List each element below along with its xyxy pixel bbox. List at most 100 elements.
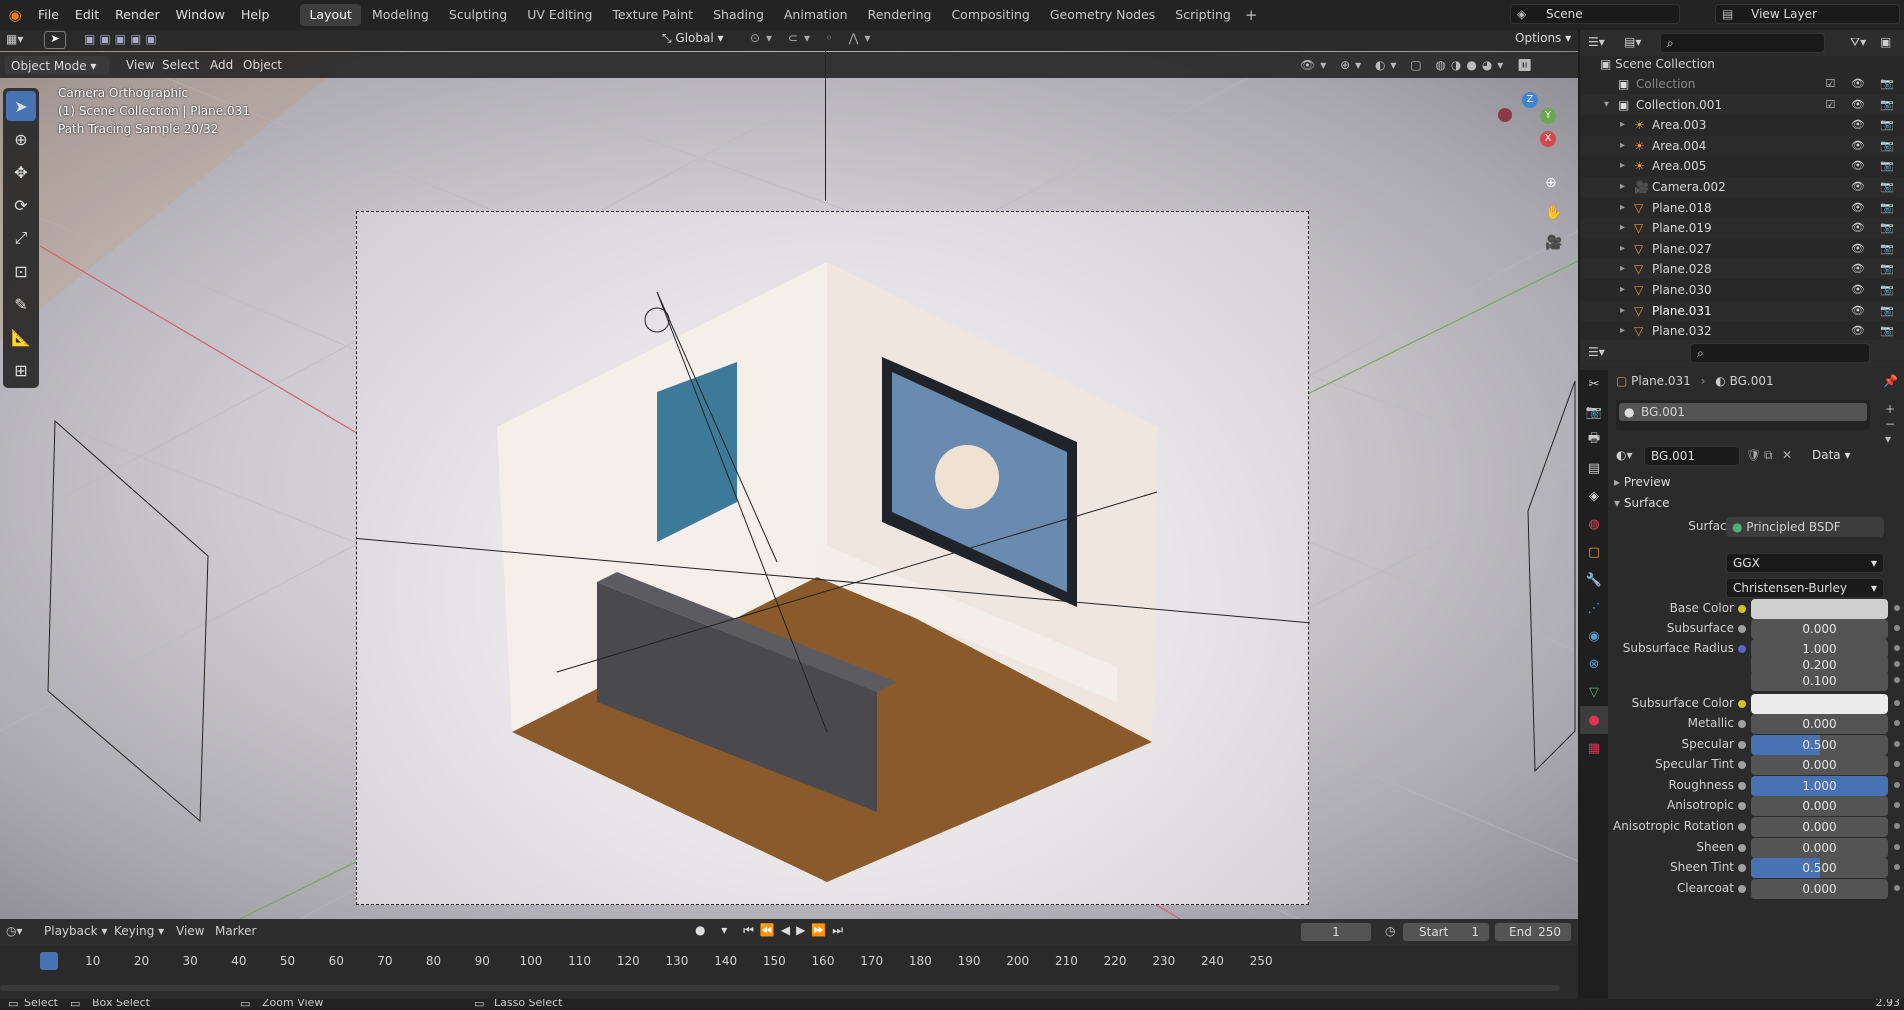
visibility-toggle-icons[interactable]: 👁 📷 <box>1851 259 1900 279</box>
particles-tab-icon[interactable]: ⋰ <box>1580 594 1608 622</box>
world-tab-icon[interactable]: ◍ <box>1580 510 1608 538</box>
selection-mode-icons[interactable]: ▣▣▣▣▣ <box>84 32 161 46</box>
color-swatch[interactable] <box>1751 599 1888 619</box>
camera-view-icon[interactable]: 🎥 <box>1545 235 1562 251</box>
viewport-menu-object[interactable]: Object <box>243 55 282 75</box>
viewport-menu-select[interactable]: Select <box>162 55 199 75</box>
keyframe-dot-icon[interactable] <box>1894 741 1900 747</box>
outliner-type-icon[interactable]: ☰▾ <box>1588 35 1605 49</box>
value-slider[interactable]: 0.000 <box>1751 879 1888 899</box>
new-collection-icon[interactable]: ▣ <box>1880 35 1891 49</box>
value-slider[interactable]: 0.000 <box>1751 817 1888 837</box>
value-slider[interactable]: 0.500 <box>1751 735 1888 755</box>
viewport-menu-view[interactable]: View <box>126 55 154 75</box>
visibility-toggle-icons[interactable]: 👁 📷 <box>1851 136 1900 156</box>
rotate-tool-icon[interactable]: ⟳ <box>6 190 36 220</box>
options-dropdown[interactable]: Options ▾ <box>1515 31 1571 49</box>
zoom-icon[interactable]: ⊕ <box>1545 175 1557 191</box>
collapsed-chevron-icon[interactable]: ▸ <box>1620 280 1625 300</box>
scale-tool-icon[interactable]: ⤢ <box>6 223 36 253</box>
display-mode-icon[interactable]: ▤▾ <box>1624 35 1641 49</box>
visibility-toggle-icons[interactable]: 👁 📷 <box>1851 321 1900 341</box>
cursor-tool-icon[interactable]: ⊕ <box>6 124 36 154</box>
socket-dot-icon[interactable] <box>1738 605 1746 613</box>
outliner-row[interactable]: ▸ ▽ Plane.032 👁 📷 <box>1580 321 1904 342</box>
visibility-toggle-icons[interactable]: 👁 📷 <box>1851 239 1900 259</box>
visibility-toggle-icons[interactable]: 👁 📷 <box>1851 115 1900 135</box>
duplicate-icon[interactable]: ⧉ <box>1764 448 1773 463</box>
outliner-row[interactable]: ▾ ▣ Collection.001 ☑ 👁 📷 <box>1580 94 1904 115</box>
keyframe-dot-icon[interactable] <box>1894 661 1900 667</box>
outliner-row[interactable]: ▣ Collection ☑ 👁 📷 <box>1580 74 1904 94</box>
subsurface-method-dropdown[interactable]: Christensen-Burley ▾ <box>1726 578 1884 598</box>
select-box-tool-icon[interactable]: ➤ <box>6 91 36 121</box>
workspace-tab-uv-editing[interactable]: UV Editing <box>518 4 601 26</box>
socket-dot-icon[interactable] <box>1738 864 1746 872</box>
keyframe-dot-icon[interactable] <box>1894 761 1900 767</box>
modifier-tab-icon[interactable]: 🔧 <box>1580 566 1608 594</box>
playhead[interactable] <box>40 952 58 970</box>
keyframe-dot-icon[interactable] <box>1894 625 1900 631</box>
add-cube-tool-icon[interactable]: ⊞ <box>6 355 36 385</box>
gizmo-y-axis[interactable]: Y <box>1540 108 1556 124</box>
outliner-row[interactable]: ▸ ▽ Plane.031 👁 📷 <box>1580 300 1904 321</box>
tool-tab-icon[interactable]: ✂ <box>1580 370 1608 398</box>
select-tool-icon[interactable]: ➤ <box>44 31 66 49</box>
fake-user-icon[interactable]: 🛡 <box>1746 448 1761 462</box>
value-slider[interactable]: 0.000 <box>1751 619 1888 639</box>
keyframe-dot-icon[interactable] <box>1894 864 1900 870</box>
material-name-field[interactable]: BG.001 <box>1644 446 1740 466</box>
visibility-toggle-icons[interactable]: ☑ 👁 📷 <box>1825 95 1900 115</box>
object-tab-icon[interactable]: ▢ <box>1580 538 1608 566</box>
outliner-row[interactable]: ▸ ▽ Plane.028 👁 📷 <box>1580 259 1904 280</box>
keyframe-dot-icon[interactable] <box>1894 645 1900 651</box>
annotate-tool-icon[interactable]: ✎ <box>6 289 36 319</box>
navigation-gizmo[interactable]: Z Y X <box>1495 92 1565 162</box>
keyframe-dot-icon[interactable] <box>1894 823 1900 829</box>
view-layer-tab-icon[interactable]: ▤ <box>1580 454 1608 482</box>
visibility-toggle-icons[interactable]: 👁 📷 <box>1851 301 1900 321</box>
outliner-row[interactable]: ▸ ▽ Plane.018 👁 📷 <box>1580 197 1904 218</box>
material-slot-row[interactable]: ● BG.001 <box>1619 403 1867 421</box>
output-tab-icon[interactable]: 🖶 <box>1580 426 1608 454</box>
outliner-row[interactable]: ▸ ☀ Area.005 👁 📷 <box>1580 156 1904 177</box>
value-slider[interactable]: 0.000 <box>1751 796 1888 816</box>
color-swatch[interactable] <box>1751 694 1888 714</box>
gizmo-x-axis[interactable]: X <box>1540 131 1556 147</box>
value-slider[interactable]: 0.000 <box>1751 755 1888 775</box>
pivot-snap-icons[interactable]: ⊙▾ ⊂▾ ◦ ⋀▾ <box>750 31 877 45</box>
workspace-tab-geometry-nodes[interactable]: Geometry Nodes <box>1041 4 1164 26</box>
value-slider[interactable]: 0.500 <box>1751 858 1888 878</box>
collapsed-chevron-icon[interactable]: ▸ <box>1620 115 1625 135</box>
data-tab-icon[interactable]: ▽ <box>1580 678 1608 706</box>
value-slider[interactable]: 1.000 <box>1751 776 1888 796</box>
render-tab-icon[interactable]: 📷 <box>1580 398 1608 426</box>
outliner-root[interactable]: ▣ Scene Collection <box>1580 54 1904 74</box>
view-layer-selector[interactable]: ▤ View Layer <box>1715 4 1900 24</box>
value-slider[interactable]: 0.000 <box>1751 714 1888 734</box>
socket-dot-icon[interactable] <box>1738 885 1746 893</box>
visibility-toggle-icons[interactable]: 👁 📷 <box>1851 198 1900 218</box>
socket-dot-icon[interactable] <box>1738 761 1746 769</box>
expanded-chevron-icon[interactable]: ▾ <box>1604 95 1609 115</box>
outliner-row[interactable]: ▸ ☀ Area.003 👁 📷 <box>1580 115 1904 136</box>
socket-dot-icon[interactable] <box>1738 720 1746 728</box>
outliner-row[interactable]: ▸ ☀ Area.004 👁 📷 <box>1580 135 1904 156</box>
transform-tool-icon[interactable]: ⊡ <box>6 256 36 286</box>
pin-icon[interactable]: 📌 <box>1883 374 1898 388</box>
mode-dropdown[interactable]: Object Mode ▾ <box>4 55 110 75</box>
scene-selector[interactable]: ◈ Scene <box>1510 4 1680 24</box>
menu-render[interactable]: Render <box>107 0 168 30</box>
value-slider[interactable]: 0.000 <box>1751 838 1888 858</box>
blender-logo-icon[interactable]: ◉ <box>0 6 30 24</box>
physics-tab-icon[interactable]: ◉ <box>1580 622 1608 650</box>
keyframe-dot-icon[interactable] <box>1894 782 1900 788</box>
menu-file[interactable]: File <box>30 0 67 30</box>
editor-type-icon[interactable]: ▦▾ <box>6 32 23 46</box>
collapsed-chevron-icon[interactable]: ▸ <box>1620 321 1625 341</box>
collapsed-chevron-icon[interactable]: ▸ <box>1620 239 1625 259</box>
menu-window[interactable]: Window <box>168 0 233 30</box>
timeline-scrollbar[interactable] <box>0 985 1560 991</box>
socket-dot-icon[interactable] <box>1738 782 1746 790</box>
gizmo-neg-axes[interactable] <box>1498 108 1512 122</box>
